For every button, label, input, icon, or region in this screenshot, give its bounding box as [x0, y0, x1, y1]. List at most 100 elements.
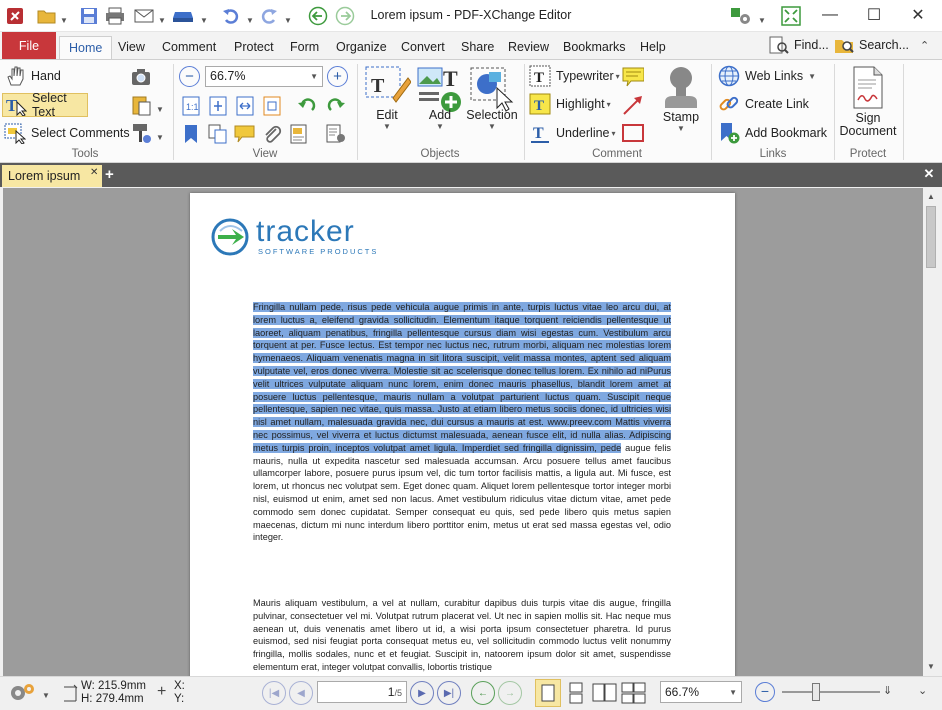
settings-icon[interactable]	[730, 5, 752, 27]
highlight-button[interactable]: T Highlight ▾	[529, 92, 611, 116]
web-links-button[interactable]: Web Links ▼	[718, 64, 816, 88]
chevron-down-icon[interactable]: ▼	[808, 72, 816, 81]
select-comments-tool-button[interactable]: Select Comments	[4, 121, 130, 145]
page-number-field[interactable]: 1/5	[317, 681, 407, 703]
collapse-ribbon-icon[interactable]: ⌃	[920, 39, 929, 52]
fit-visible-icon[interactable]	[261, 95, 283, 117]
zoom-slider-track[interactable]	[782, 691, 880, 693]
tab-convert[interactable]: Convert	[392, 36, 454, 59]
tab-view[interactable]: View	[109, 36, 154, 59]
tab-protect[interactable]: Protect	[225, 36, 283, 59]
tab-home[interactable]: Home	[59, 36, 113, 59]
chevron-down-icon[interactable]: ▼	[436, 122, 444, 131]
underline-button[interactable]: T Underline ▾	[529, 121, 616, 145]
close-document-icon[interactable]: ✕	[920, 166, 938, 184]
tab-help[interactable]: Help	[631, 36, 675, 59]
select-text-tool-button[interactable]: T Select Text	[2, 91, 88, 119]
rotate-left-icon[interactable]	[296, 95, 318, 117]
properties-pane-icon[interactable]	[288, 123, 310, 145]
minimize-button[interactable]: —	[808, 0, 852, 30]
chevron-down-icon[interactable]: ▼	[677, 124, 685, 133]
chevron-down-icon[interactable]: ▼	[488, 122, 496, 131]
status-zoom-combo[interactable]: 66.7% ▼	[660, 681, 742, 703]
scroll-up-icon[interactable]: ▲	[927, 192, 935, 201]
chevron-down-icon[interactable]: ▼	[310, 72, 318, 81]
next-page-button[interactable]: ▶	[410, 681, 434, 705]
hand-tool-button[interactable]: Hand	[4, 64, 61, 88]
status-options-icon[interactable]: ⌄	[918, 684, 927, 697]
last-page-button[interactable]: ▶|	[437, 681, 461, 705]
clipboard-icon[interactable]	[130, 94, 152, 116]
search-button[interactable]: Search...	[834, 35, 909, 55]
zoom-out-button[interactable]: −	[179, 66, 200, 87]
tab-bookmarks[interactable]: Bookmarks	[554, 36, 635, 59]
thumbnails-icon[interactable]	[207, 123, 229, 145]
chevron-down-icon[interactable]: ▼	[758, 12, 766, 26]
fullscreen-icon[interactable]	[780, 5, 802, 27]
paragraph-text[interactable]: augue felis mauris, nulla ut expedita na…	[253, 443, 671, 543]
facing-continuous-view-button[interactable]	[621, 682, 647, 707]
chevron-down-icon[interactable]: ▼	[42, 687, 50, 701]
new-tab-icon[interactable]: +	[105, 166, 114, 183]
tab-share[interactable]: Share	[452, 36, 503, 59]
add-bookmark-button[interactable]: Add Bookmark	[718, 121, 827, 145]
body-paragraph-1[interactable]: Fringilla nullam pede, risus pede vehicu…	[253, 301, 671, 544]
document-view[interactable]: tracker SOFTWARE PRODUCTS Fringilla null…	[3, 188, 923, 676]
previous-view-button[interactable]: ←	[471, 681, 495, 705]
expand-down-icon[interactable]: ⇓	[883, 684, 892, 697]
chevron-down-icon[interactable]: ▼	[156, 101, 164, 115]
fit-page-icon[interactable]	[207, 95, 229, 117]
add-button[interactable]: T Add ▼	[414, 64, 466, 131]
rectangle-icon[interactable]	[622, 122, 644, 144]
close-tab-icon[interactable]: ✕	[90, 167, 98, 178]
next-view-button[interactable]: →	[498, 681, 522, 705]
chevron-down-icon[interactable]: ▼	[383, 122, 391, 131]
scroll-thumb[interactable]	[926, 206, 936, 268]
selected-text[interactable]: Fringilla nullam pede, risus pede vehicu…	[253, 302, 671, 453]
continuous-view-button[interactable]	[566, 682, 588, 707]
options-gear-icon[interactable]	[8, 681, 38, 708]
attachments-icon[interactable]	[261, 123, 283, 145]
sticky-note-icon[interactable]	[622, 66, 644, 88]
chevron-down-icon[interactable]: ▼	[729, 688, 737, 697]
chevron-down-icon[interactable]: ▾	[616, 72, 620, 81]
stamp-button[interactable]: Stamp ▼	[655, 64, 707, 133]
edit-button[interactable]: T Edit ▼	[362, 64, 412, 131]
tab-comment[interactable]: Comment	[153, 36, 225, 59]
tab-file[interactable]: File	[2, 32, 56, 59]
chevron-down-icon[interactable]: ▼	[156, 129, 164, 143]
previous-page-button[interactable]: ◀	[289, 681, 313, 705]
chevron-down-icon[interactable]: ▾	[607, 100, 611, 109]
tab-organize[interactable]: Organize	[327, 36, 396, 59]
document-tab[interactable]: Lorem ipsum ✕	[2, 165, 102, 187]
selection-button[interactable]: Selection ▼	[465, 64, 519, 131]
single-page-view-button[interactable]	[535, 679, 561, 707]
zoom-combo[interactable]: 66.7% ▼	[205, 66, 323, 87]
tab-review[interactable]: Review	[499, 36, 558, 59]
status-zoom-out-button[interactable]: −	[755, 682, 775, 702]
maximize-button[interactable]: ☐	[852, 0, 896, 30]
scroll-down-icon[interactable]: ▼	[927, 662, 935, 671]
create-link-button[interactable]: Create Link	[718, 92, 809, 116]
find-button[interactable]: Find...	[768, 35, 829, 55]
zoom-in-button[interactable]: +	[327, 66, 348, 87]
format-painter-icon[interactable]	[130, 122, 152, 144]
fit-width-icon[interactable]	[234, 95, 256, 117]
typewriter-button[interactable]: T Typewriter ▾	[529, 64, 620, 88]
pdf-page[interactable]: tracker SOFTWARE PRODUCTS Fringilla null…	[190, 193, 735, 676]
comments-pane-icon[interactable]	[234, 123, 256, 145]
facing-view-button[interactable]	[592, 682, 618, 707]
body-paragraph-2[interactable]: Mauris aliquam vestibulum, a vel at null…	[253, 597, 671, 674]
zoom-slider-thumb[interactable]	[812, 683, 820, 701]
arrow-icon[interactable]	[622, 94, 644, 116]
rotate-right-icon[interactable]	[325, 95, 347, 117]
actual-size-icon[interactable]: 1:1	[180, 95, 202, 117]
sign-document-button[interactable]: Sign Document	[838, 66, 898, 138]
tab-form[interactable]: Form	[281, 36, 328, 59]
first-page-button[interactable]: |◀	[262, 681, 286, 705]
page-layout-icon[interactable]	[325, 123, 347, 145]
snapshot-icon[interactable]	[130, 66, 152, 88]
vertical-scrollbar[interactable]: ▲ ▼	[923, 188, 939, 676]
bookmarks-pane-icon[interactable]	[180, 123, 202, 145]
close-button[interactable]: ✕	[896, 0, 940, 30]
